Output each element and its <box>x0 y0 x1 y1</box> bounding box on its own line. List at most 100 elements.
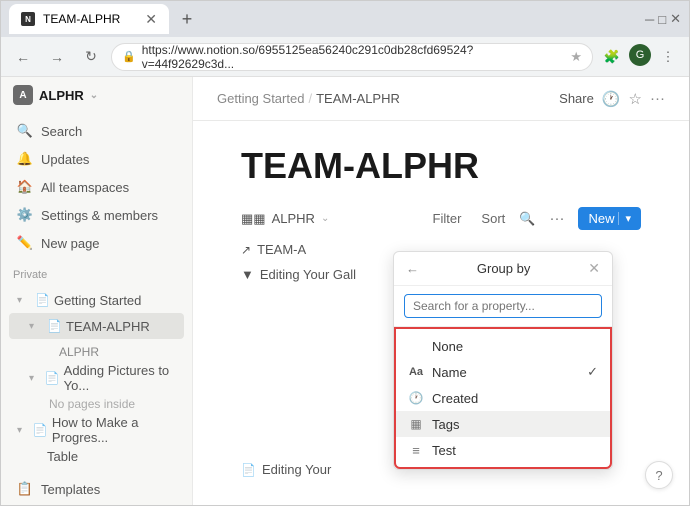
breadcrumb-parent[interactable]: Getting Started <box>217 91 304 106</box>
minimize-button[interactable]: ─ <box>645 12 654 27</box>
groupby-options: None Aa Name ✓ 🕐 Created <box>394 327 612 469</box>
star-icon[interactable]: ☆ <box>629 90 642 108</box>
clock-icon[interactable]: 🕐 <box>602 90 621 108</box>
editing-your-label: Editing Your <box>262 462 331 477</box>
tree-label-adding-pictures: Adding Pictures to Yo... <box>64 363 176 393</box>
groupby-search-input[interactable] <box>404 294 602 318</box>
tree-item-adding-pictures[interactable]: ▾ 📄 Adding Pictures to Yo... <box>9 365 184 391</box>
groupby-close-button[interactable]: ✕ <box>588 260 600 277</box>
tree-label-table: Table <box>47 449 78 464</box>
back-button[interactable]: ← <box>9 43 37 71</box>
created-icon: 🕐 <box>408 390 424 406</box>
sidebar-settings-label: Settings & members <box>41 208 158 223</box>
sidebar-item-newpage[interactable]: ✏️ New page <box>9 229 184 257</box>
tree-item-how-to-progress[interactable]: ▾ 📄 How to Make a Progres... <box>9 417 184 443</box>
sidebar-section-private: Private <box>1 261 192 285</box>
teamspaces-icon: 🏠 <box>17 179 33 195</box>
newpage-icon: ✏️ <box>17 235 33 251</box>
forward-button[interactable]: → <box>43 43 71 71</box>
sidebar-tree: ▾ 📄 Getting Started ▾ 📄 TEAM-ALPHR ALPHR <box>1 285 192 471</box>
view-name[interactable]: TEAM-A <box>257 242 306 257</box>
new-tab-button[interactable]: + <box>173 5 201 33</box>
db-toolbar: ▦▦ ALPHR ⌄ Filter Sort 🔍 ··· New ▾ <box>241 207 641 230</box>
refresh-button[interactable]: ↻ <box>77 43 105 71</box>
sidebar-item-templates[interactable]: 📋 Templates <box>9 475 184 503</box>
groupby-option-test-label: Test <box>432 443 598 458</box>
sidebar-footer: 📋 Templates ⬇️ Import 🗑️ Trash <box>1 471 192 505</box>
help-button[interactable]: ? <box>645 461 673 489</box>
updates-icon: 🔔 <box>17 151 33 167</box>
sort-button[interactable]: Sort <box>475 208 511 229</box>
filter-button[interactable]: Filter <box>427 208 468 229</box>
templates-icon: 📋 <box>17 481 33 497</box>
groupby-option-created-label: Created <box>432 391 598 406</box>
editing-doc-icon: 📄 <box>241 463 256 477</box>
extensions-icon[interactable]: 🧩 <box>599 44 625 70</box>
workspace-chevron: ⌄ <box>90 90 98 101</box>
groupby-panel: ← Group by ✕ None <box>393 251 613 470</box>
tree-toggle-adding-pictures: ▾ <box>29 373 41 384</box>
sidebar-header: A ALPHR ⌄ <box>1 77 192 113</box>
groupby-option-none[interactable]: None <box>396 333 610 359</box>
tab-label: TEAM-ALPHR <box>43 12 120 26</box>
tab-favicon: N <box>21 12 35 26</box>
tree-item-no-pages: No pages inside <box>9 391 184 417</box>
tree-label-how-to-progress: How to Make a Progres... <box>52 415 176 445</box>
address-bar[interactable]: 🔒 https://www.notion.so/6955125ea56240c2… <box>111 43 593 71</box>
tree-icon-how-to-progress: 📄 <box>33 423 48 437</box>
browser-actions: 🧩 G ⋮ <box>599 44 681 70</box>
triangle-icon: ▼ <box>241 267 254 282</box>
tree-item-team-alphr[interactable]: ▾ 📄 TEAM-ALPHR <box>9 313 184 339</box>
db-title-row: ▦▦ ALPHR ⌄ <box>241 211 329 227</box>
sidebar-search-label: Search <box>41 124 82 139</box>
sidebar-item-import[interactable]: ⬇️ Import <box>9 503 184 505</box>
tab-close-button[interactable]: ✕ <box>145 11 157 28</box>
groupby-option-name-label: Name <box>432 365 579 380</box>
more-options-icon[interactable]: ··· <box>650 90 665 107</box>
sidebar-nav: 🔍 Search 🔔 Updates 🏠 All teamspaces ⚙️ S… <box>1 113 192 261</box>
tree-item-alphr[interactable]: ALPHR <box>9 339 184 365</box>
tree-item-table[interactable]: Table <box>9 443 184 469</box>
tags-icon: ▦ <box>408 416 424 432</box>
groupby-option-name[interactable]: Aa Name ✓ <box>396 359 610 385</box>
active-tab[interactable]: N TEAM-ALPHR ✕ <box>9 4 169 34</box>
profile-icon[interactable]: G <box>629 44 651 66</box>
new-button-arrow[interactable]: ▾ <box>618 212 631 225</box>
share-button[interactable]: Share <box>559 91 594 106</box>
groupby-option-created[interactable]: 🕐 Created <box>396 385 610 411</box>
groupby-search <box>394 286 612 327</box>
new-button-label: New <box>588 211 614 226</box>
tree-toggle-getting-started: ▾ <box>17 295 31 306</box>
toolbar-search-icon[interactable]: 🔍 <box>519 211 535 227</box>
menu-icon[interactable]: ⋮ <box>655 44 681 70</box>
name-icon: Aa <box>408 364 424 380</box>
groupby-back-button[interactable]: ← <box>406 261 419 276</box>
settings-icon: ⚙️ <box>17 207 33 223</box>
sidebar-templates-label: Templates <box>41 482 100 497</box>
sidebar-item-teamspaces[interactable]: 🏠 All teamspaces <box>9 173 184 201</box>
toolbar-more-button[interactable]: ··· <box>543 208 570 229</box>
search-icon: 🔍 <box>17 123 33 139</box>
tree-icon-team-alphr: 📄 <box>47 319 62 333</box>
breadcrumb: Getting Started / TEAM-ALPHR <box>217 91 400 106</box>
sidebar-item-settings[interactable]: ⚙️ Settings & members <box>9 201 184 229</box>
breadcrumb-current: TEAM-ALPHR <box>316 91 400 106</box>
browser-controls: ← → ↻ 🔒 https://www.notion.so/6955125ea5… <box>1 37 689 77</box>
groupby-option-none-label: None <box>432 339 598 354</box>
breadcrumb-separator: / <box>308 91 312 106</box>
groupby-option-test[interactable]: ≡ Test <box>396 437 610 463</box>
groupby-option-tags[interactable]: ▦ Tags <box>396 411 610 437</box>
maximize-button[interactable]: □ <box>658 12 666 27</box>
close-window-button[interactable]: ✕ <box>670 11 681 27</box>
tree-label-no-pages: No pages inside <box>49 397 135 411</box>
page-actions: Share 🕐 ☆ ··· <box>559 90 665 108</box>
workspace-name[interactable]: A ALPHR ⌄ <box>13 85 98 105</box>
sidebar: A ALPHR ⌄ 🔍 Search 🔔 Updates 🏠 All teams… <box>1 77 193 505</box>
db-name[interactable]: ALPHR <box>272 211 315 226</box>
tree-item-getting-started[interactable]: ▾ 📄 Getting Started <box>9 287 184 313</box>
sidebar-item-updates[interactable]: 🔔 Updates <box>9 145 184 173</box>
sidebar-item-search[interactable]: 🔍 Search <box>9 117 184 145</box>
new-button[interactable]: New ▾ <box>578 207 641 230</box>
groupby-title: Group by <box>427 261 580 276</box>
sidebar-newpage-label: New page <box>41 236 100 251</box>
